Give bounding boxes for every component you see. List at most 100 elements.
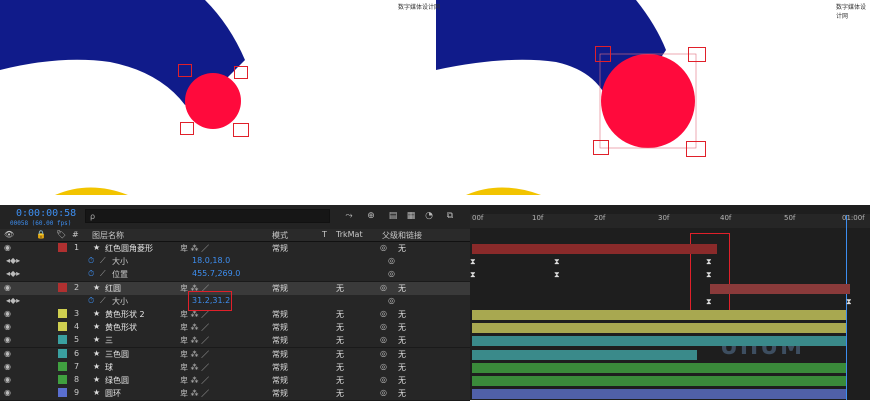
parent-pickwhip-icon[interactable]: ◎ (380, 322, 387, 331)
layer-duration-bar[interactable] (472, 389, 846, 400)
visibility-eye-icon[interactable]: ◉ (4, 322, 11, 331)
layer-name[interactable]: 圆环 (105, 388, 121, 399)
visibility-eye-icon[interactable]: ◉ (4, 388, 11, 397)
timecode[interactable]: 0:00:00:58 (16, 208, 76, 219)
mode-select[interactable]: 常规 (272, 243, 288, 254)
layer-name[interactable]: 三 (105, 335, 113, 346)
trkmat-select[interactable]: 无 (336, 388, 344, 399)
switches-icon[interactable]: 卑 ⁂ ／ (180, 362, 209, 373)
label-color-swatch[interactable] (58, 361, 67, 371)
layer-name[interactable]: 三色圆 (105, 349, 129, 360)
parent-select[interactable]: 无 (398, 388, 406, 399)
parent-select[interactable]: 无 (398, 322, 406, 333)
trkmat-select[interactable]: 无 (336, 309, 344, 320)
switches-icon[interactable]: 卑 ⁂ ／ (180, 388, 209, 399)
handle-box-bottom-right[interactable] (233, 123, 249, 137)
parent-pickwhip-icon[interactable]: ◎ (380, 388, 387, 397)
layer-row[interactable]: ◉ 2 ★ 红圆卑 ⁂ ／常规无 ◎ 无 (0, 281, 470, 296)
visibility-eye-icon[interactable]: ◉ (4, 349, 11, 358)
switches-icon[interactable]: 卑 ⁂ ／ (180, 322, 209, 333)
stopwatch-icon[interactable]: ⏱ (88, 296, 94, 306)
parent-header[interactable]: 父级和链接 (382, 230, 422, 241)
layer-row[interactable]: ◉ 8 ★ 绿色圆 卑 ⁂ ／ 常规 无 ◎ 无 (0, 374, 470, 388)
layer-duration-bar[interactable] (472, 349, 697, 360)
layer-row[interactable]: ◉ 7 ★ 球 卑 ⁂ ／ 常规 无 ◎ 无 (0, 360, 470, 375)
layer-search-input[interactable]: ρ (85, 209, 330, 223)
graph-icon[interactable]: ⟋ (100, 296, 106, 306)
graph-editor-icon[interactable]: ▦ (405, 211, 417, 221)
keyframe-nav-icon[interactable]: ◂◆▸ (6, 269, 20, 278)
playhead[interactable] (846, 215, 847, 400)
mode-select[interactable]: 常规 (272, 388, 288, 399)
mode-select[interactable]: 常规 (272, 375, 288, 386)
comp-flowchart-icon[interactable]: ⧉ (444, 211, 456, 221)
layer-name-header[interactable]: 图层名称 (92, 230, 124, 241)
visibility-eye-icon[interactable]: ◉ (4, 375, 11, 384)
mode-select[interactable]: 常规 (272, 309, 288, 320)
layer-duration-bar[interactable] (472, 310, 846, 320)
trkmat-select[interactable]: 无 (336, 375, 344, 386)
layer-row[interactable]: ◉ 9 ★ 圆环 卑 ⁂ ／ 常规 无 ◎ 无 (0, 387, 470, 401)
handle-box-top-left[interactable] (178, 64, 192, 77)
mode-select[interactable]: 常规 (272, 362, 288, 373)
parent-pickwhip-icon[interactable]: ◎ (380, 362, 387, 371)
parent-select[interactable]: 无 (398, 349, 406, 360)
label-color-swatch[interactable] (58, 309, 67, 318)
switches-icon[interactable]: 卑 ⁂ ／ (180, 375, 209, 386)
label-color-swatch[interactable] (58, 348, 67, 358)
mode-select[interactable]: 常规 (272, 335, 288, 346)
keyframe-marker[interactable]: ⧗ (470, 271, 477, 279)
label-color-swatch[interactable] (58, 375, 67, 384)
trkmat-select[interactable]: 无 (336, 335, 344, 346)
label-color-swatch[interactable] (58, 335, 67, 345)
parent-select[interactable]: 无 (398, 243, 406, 254)
trkmat-select[interactable]: 无 (336, 322, 344, 333)
keyframe-marker[interactable]: ⧗ (470, 258, 477, 266)
parent-pickwhip-icon[interactable]: ◎ (380, 349, 387, 358)
layer-name[interactable]: 红圆 (105, 283, 121, 294)
label-color-swatch[interactable] (58, 282, 67, 292)
layer-duration-bar[interactable] (472, 244, 717, 254)
parent-select[interactable]: 无 (398, 283, 406, 294)
draft-3d-icon[interactable]: ◔ (423, 211, 435, 221)
switches-icon[interactable]: 卑 ⁂ ／ (180, 243, 209, 254)
keyframe-marker[interactable]: ⧗ (846, 297, 853, 305)
layer-duration-bar[interactable] (472, 323, 846, 334)
switches-icon[interactable]: 卑 ⁂ ／ (180, 349, 209, 360)
property-row[interactable]: ◂◆▸ ⏱ ⟋ 大小 18.0,18.0 ◎ (0, 255, 470, 270)
handle-box-top-right[interactable] (688, 47, 706, 62)
keyframe-nav-icon[interactable]: ◂◆▸ (6, 256, 20, 265)
handle-box-bottom-left[interactable] (180, 122, 194, 135)
stopwatch-icon[interactable]: ⏱ (88, 256, 94, 266)
keyframe-nav-icon[interactable]: ◂◆▸ (6, 296, 20, 305)
frame-blend-icon[interactable]: ⊕ (365, 211, 377, 221)
handle-box-top-left[interactable] (595, 46, 611, 62)
visibility-eye-icon[interactable]: ◉ (4, 362, 11, 371)
layer-row[interactable]: ◉ 6 ★ 三色圆 卑 ⁂ ／ 常规 无 ◎ 无 (0, 347, 470, 362)
layer-name[interactable]: 红色圆角菱形 (105, 243, 153, 254)
visibility-eye-icon[interactable]: ◉ (4, 283, 11, 292)
graph-icon[interactable]: ⟋ (100, 269, 106, 279)
layer-row[interactable]: ◉ 1 ★ 红色圆角菱形 卑 ⁂ ／ 常规 ◎ 无 (0, 242, 470, 256)
mode-select[interactable]: 常规 (272, 283, 288, 294)
graph-icon[interactable]: ⟋ (100, 256, 106, 266)
parent-select[interactable]: 无 (398, 309, 406, 320)
trkmat-select[interactable]: 无 (336, 349, 344, 360)
property-row[interactable]: ◂◆▸ ⏱ ⟋ 大小 31.2,31.2 ◎ (0, 294, 470, 309)
property-value[interactable]: 18.0,18.0 (192, 256, 230, 265)
visibility-eye-icon[interactable]: ◉ (4, 243, 11, 252)
label-color-swatch[interactable] (58, 322, 67, 332)
mode-select[interactable]: 常规 (272, 322, 288, 333)
layer-row[interactable]: ◉ 4 ★ 黄色形状 卑 ⁂ ／ 常规 无 ◎ 无 (0, 321, 470, 336)
keyframe-marker[interactable]: ⧗ (706, 258, 713, 266)
visibility-eye-icon[interactable]: ◉ (4, 335, 11, 344)
switches-icon[interactable]: 卑 ⁂ ／ (180, 335, 209, 346)
layer-name[interactable]: 球 (105, 362, 113, 373)
parent-pickwhip-icon[interactable]: ◎ (380, 283, 387, 292)
layer-name[interactable]: 黄色形状 2 (105, 309, 145, 320)
keyframe-marker[interactable]: ⧗ (554, 258, 561, 266)
pickwhip-icon[interactable]: ◎ (388, 269, 395, 278)
property-row[interactable]: ◂◆▸ ⏱ ⟋ 位置 455.7,269.0 ◎ (0, 268, 470, 283)
trkmat-select[interactable]: 无 (336, 283, 344, 294)
trkmat-select[interactable]: 无 (336, 362, 344, 373)
